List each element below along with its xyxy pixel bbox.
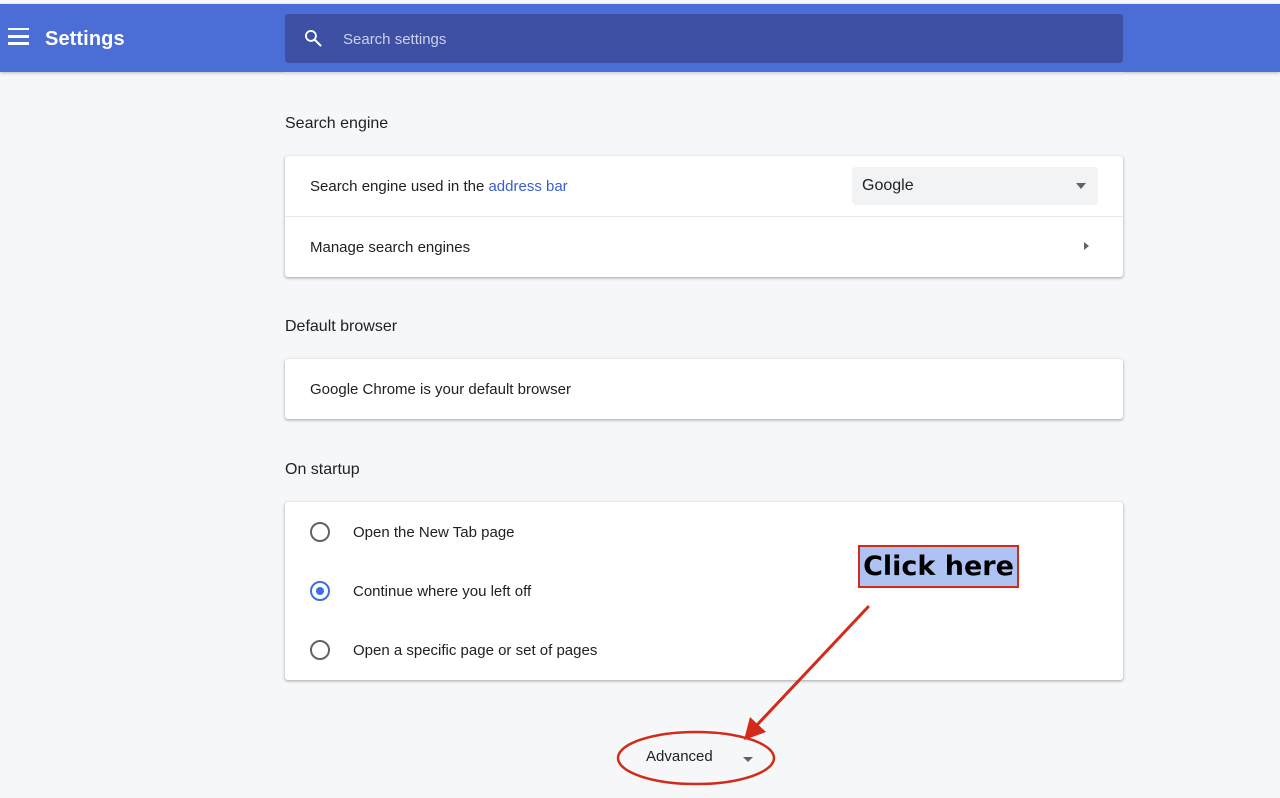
manage-search-engines-row[interactable]: Manage search engines — [285, 216, 1123, 277]
search-input[interactable] — [341, 14, 1105, 65]
search-engine-selected-value: Google — [862, 177, 914, 194]
section-title-default-browser: Default browser — [285, 318, 398, 335]
toolbar: Settings — [0, 4, 1280, 72]
radio-unchecked-icon[interactable] — [310, 522, 330, 542]
startup-option-label: Open the New Tab page — [353, 524, 515, 541]
section-title-search-engine: Search engine — [285, 115, 389, 132]
search-engine-label: Search engine used in the — [310, 177, 489, 195]
chevron-right-icon — [1084, 242, 1089, 250]
on-startup-card: Open the New Tab page Continue where you… — [285, 502, 1123, 680]
chevron-down-icon[interactable] — [743, 757, 753, 762]
page-title: Settings — [45, 28, 125, 50]
search-engine-row: Search engine used in the address bar Go… — [285, 156, 1123, 216]
advanced-button[interactable]: Advanced — [646, 748, 713, 765]
default-browser-row: Google Chrome is your default browser — [285, 359, 1123, 419]
hamburger-menu-icon[interactable] — [8, 28, 29, 46]
search-icon — [305, 29, 322, 47]
annotation-arrow-head — [744, 717, 766, 740]
default-browser-status: Google Chrome is your default browser — [310, 380, 571, 398]
section-title-on-startup: On startup — [285, 461, 360, 478]
startup-option-label: Continue where you left off — [353, 583, 532, 600]
default-browser-card: Google Chrome is your default browser — [285, 359, 1123, 419]
startup-option-label: Open a specific page or set of pages — [353, 642, 598, 659]
radio-checked-icon[interactable] — [310, 581, 330, 601]
radio-unchecked-icon[interactable] — [310, 640, 330, 660]
address-bar-link[interactable]: address bar — [488, 178, 567, 195]
search-engine-card: Search engine used in the address bar Go… — [285, 156, 1123, 277]
startup-option-specific-pages[interactable]: Open a specific page or set of pages — [285, 621, 1123, 680]
dropdown-caret-icon — [1076, 183, 1086, 189]
search-box[interactable] — [285, 14, 1123, 65]
manage-search-engines-label: Manage search engines — [310, 238, 471, 256]
search-engine-select[interactable]: Google — [852, 167, 1098, 205]
click-here-callout: Click here — [858, 545, 1019, 588]
search-box-shadow — [285, 72, 1123, 75]
